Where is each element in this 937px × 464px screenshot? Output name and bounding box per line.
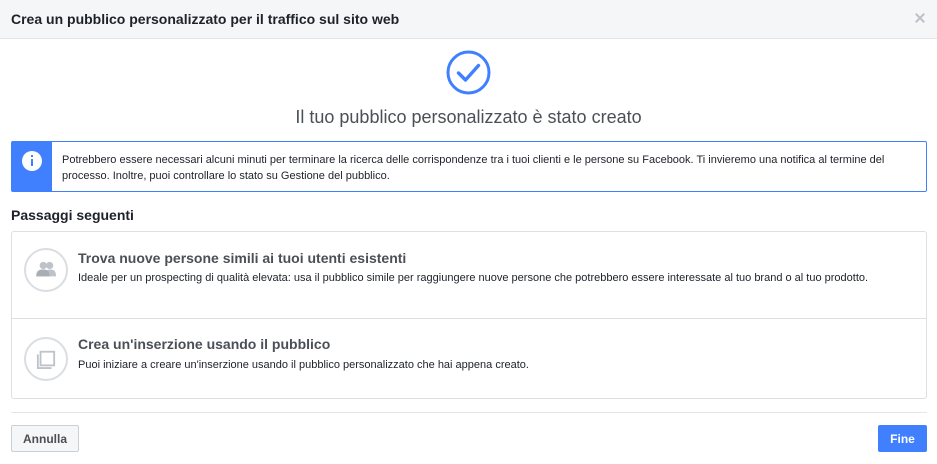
custom-audience-dialog: Crea un pubblico personalizzato per il t… <box>0 0 937 464</box>
next-steps-heading: Passaggi seguenti <box>11 207 134 223</box>
next-steps-card: Trova nuove persone simili ai tuoi utent… <box>11 231 927 399</box>
info-icon <box>22 151 42 171</box>
info-banner: Potrebbero essere necessari alcuni minut… <box>11 141 927 192</box>
people-icon <box>24 248 68 292</box>
step-title: Crea un'inserzione usando il pubblico <box>78 336 331 352</box>
step-title: Trova nuove persone simili ai tuoi utent… <box>78 250 407 266</box>
step-description: Ideale per un prospecting di qualità ele… <box>78 272 869 284</box>
ad-copy-icon <box>24 337 68 381</box>
footer-divider <box>11 412 927 413</box>
done-button[interactable]: Fine <box>878 425 927 452</box>
success-title: Il tuo pubblico personalizzato è stato c… <box>295 107 642 127</box>
dialog-title: Crea un pubblico personalizzato per il t… <box>11 11 400 27</box>
dialog-header: Crea un pubblico personalizzato per il t… <box>0 0 937 39</box>
step-create-ad[interactable]: Crea un'inserzione usando il pubblico Pu… <box>12 319 926 398</box>
info-strip <box>12 142 52 191</box>
step-description: Puoi iniziare a creare un'inserzione usa… <box>78 359 529 371</box>
cancel-button[interactable]: Annulla <box>11 425 79 452</box>
close-icon[interactable] <box>913 11 927 25</box>
info-text: Potrebbero essere necessari alcuni minut… <box>62 154 885 182</box>
step-lookalike-audience[interactable]: Trova nuove persone simili ai tuoi utent… <box>12 232 926 319</box>
checkmark-circle-icon <box>446 50 491 95</box>
